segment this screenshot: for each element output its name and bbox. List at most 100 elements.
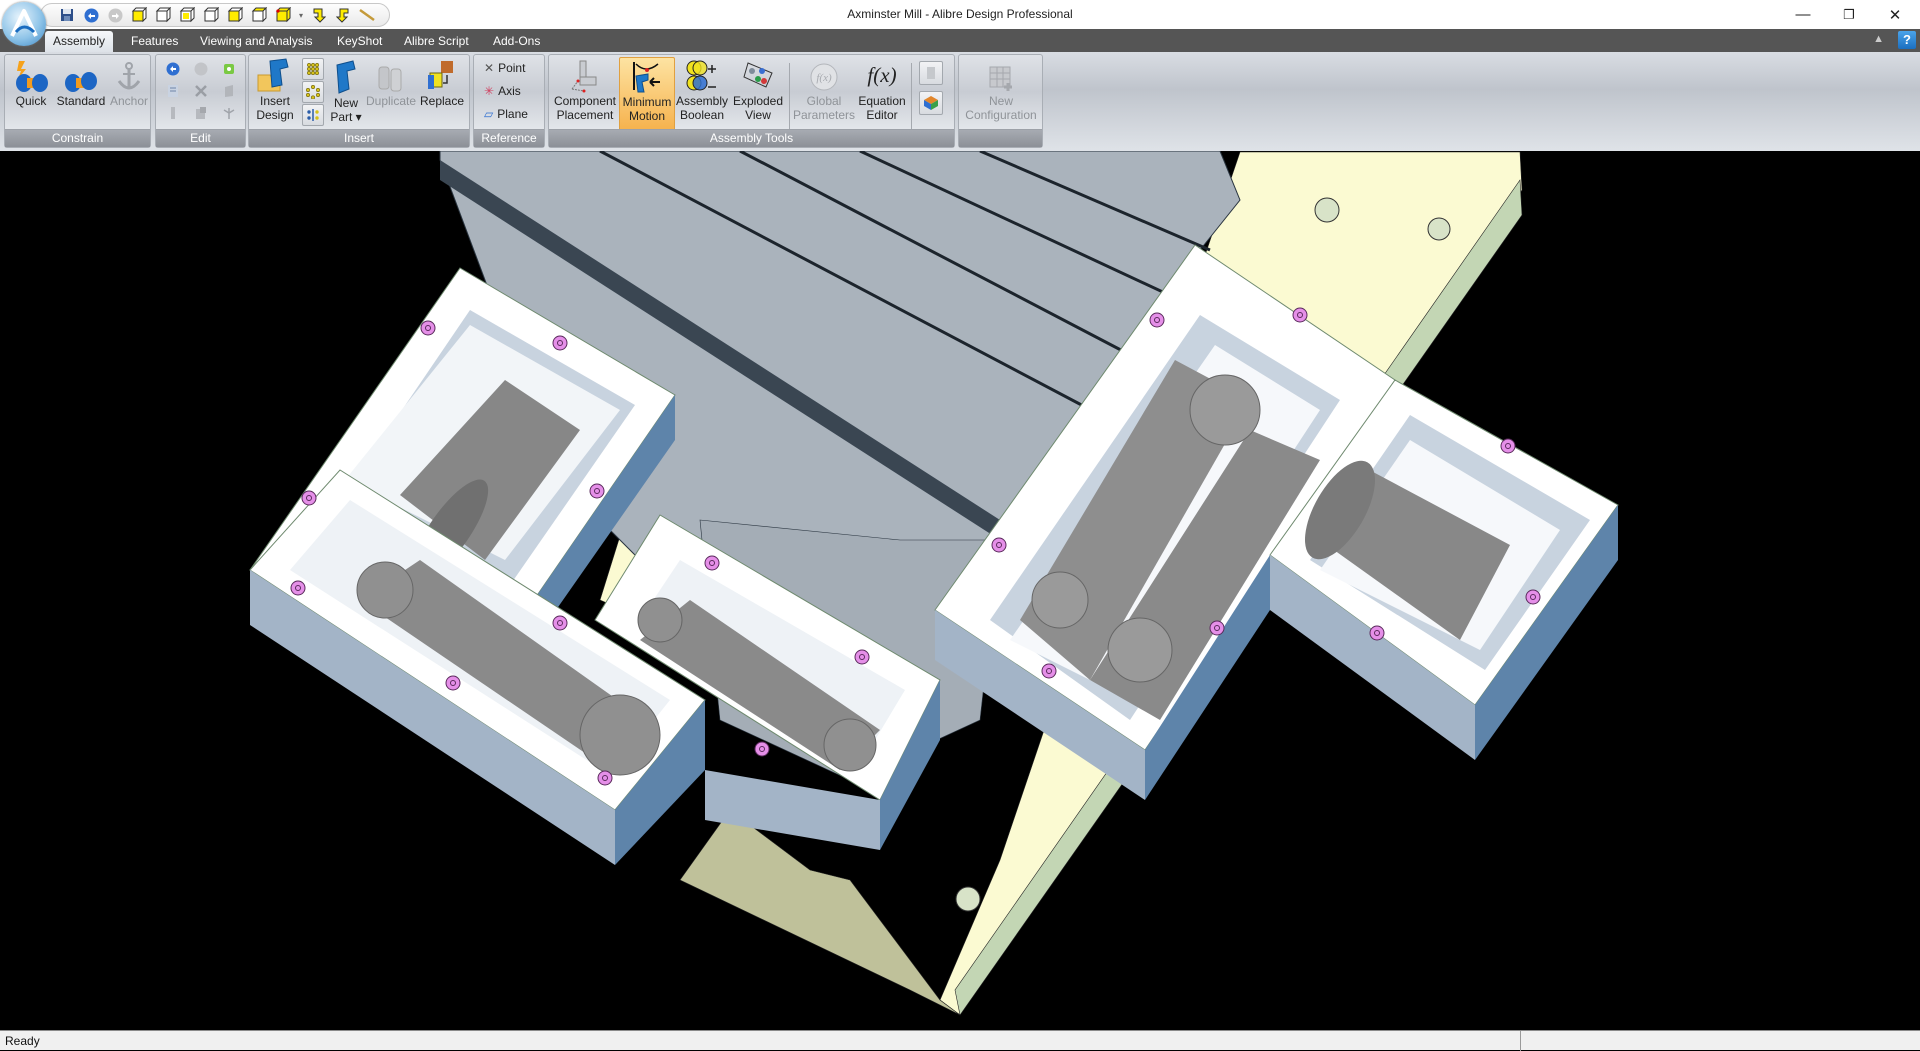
bolt-head <box>1149 312 1165 328</box>
separator <box>789 63 790 131</box>
circular-pattern-icon[interactable] <box>302 81 324 103</box>
minimum-motion-button[interactable]: Minimum Motion <box>619 57 675 131</box>
bolt-head <box>445 675 461 691</box>
help-button[interactable]: ? <box>1898 31 1916 49</box>
bolt-head <box>991 537 1007 553</box>
assembly-boolean-icon <box>686 60 716 91</box>
title-bar: ▾ Axminster Mill - Alibre Design Profess… <box>0 0 1920 29</box>
bolt-head <box>854 649 870 665</box>
tab-features[interactable]: Features <box>123 31 186 52</box>
tab-assembly[interactable]: Assembly <box>45 31 114 52</box>
insert-design-icon <box>257 58 289 92</box>
global-parameters-button[interactable]: f(x) Global Parameters <box>793 57 855 122</box>
status-text: Ready <box>5 1034 40 1048</box>
replace-button[interactable]: Replace <box>419 57 465 108</box>
group-reference: ✕ Point ✳ Axis ▱ Plane Reference <box>473 54 545 148</box>
replace-icon <box>428 61 453 89</box>
point-icon: ✕ <box>484 61 495 75</box>
status-divider <box>1520 1031 1521 1051</box>
equation-editor-button[interactable]: f(x) Equation Editor <box>857 57 907 123</box>
minimize-button[interactable]: — <box>1780 0 1826 29</box>
group-label-configuration <box>959 129 1042 147</box>
3d-viewport[interactable] <box>0 151 1920 1030</box>
bolt-head <box>552 615 568 631</box>
new-configuration-button[interactable]: New Configuration <box>961 57 1041 122</box>
tab-viewing-and-analysis[interactable]: Viewing and Analysis <box>192 31 321 52</box>
fix-icon[interactable] <box>163 103 183 123</box>
bill-of-materials-icon[interactable] <box>919 91 943 115</box>
properties-icon[interactable] <box>163 81 183 101</box>
pattern-icon[interactable] <box>302 58 324 80</box>
bolt-head <box>704 555 720 571</box>
bolt-head <box>1525 589 1541 605</box>
plane-icon: ▱ <box>484 107 494 121</box>
collapse-ribbon-icon[interactable]: ▲ <box>1873 33 1884 45</box>
replace-part-icon[interactable] <box>191 103 211 123</box>
tab-keyshot[interactable]: KeyShot <box>329 31 390 52</box>
exploded-view-button[interactable]: Exploded View <box>731 57 785 122</box>
delete-icon[interactable] <box>191 81 211 101</box>
edit-redo-icon[interactable] <box>191 59 211 79</box>
tab-alibre-script[interactable]: Alibre Script <box>396 31 477 52</box>
group-edit: Edit <box>155 54 246 148</box>
bolt-head <box>420 320 436 336</box>
status-bar: Ready <box>0 1030 1920 1051</box>
group-label-constrain: Constrain <box>5 129 150 147</box>
bolt-head <box>552 335 568 351</box>
bolt-head <box>754 741 770 757</box>
bolt-head <box>301 490 317 506</box>
quick-constraint-icon <box>16 61 48 92</box>
app-menu-button[interactable] <box>2 2 46 46</box>
ribbon: Quick Standard Anchor Constrain Edit Ins… <box>0 52 1920 153</box>
ribbon-tab-bar: Assembly Features Viewing and Analysis K… <box>0 29 1920 52</box>
group-constrain: Quick Standard Anchor Constrain <box>4 54 151 148</box>
separator <box>911 63 912 131</box>
group-label-edit: Edit <box>156 129 245 147</box>
design-explorer-icon[interactable] <box>919 61 943 85</box>
group-label-assembly-tools: Assembly Tools <box>549 129 954 147</box>
edit-toggle-icon[interactable] <box>219 59 239 79</box>
bolt-head <box>589 483 605 499</box>
bolt-head <box>290 580 306 596</box>
restore-button[interactable]: ❐ <box>1826 0 1872 29</box>
new-part-icon <box>336 60 356 94</box>
group-insert: Insert Design New Part ▾ Duplicate Repla… <box>248 54 470 148</box>
minimum-motion-icon <box>633 62 660 93</box>
anchor-button[interactable]: Anchor <box>109 57 149 108</box>
duplicate-button[interactable]: Duplicate <box>365 57 417 108</box>
insert-design-button[interactable]: Insert Design <box>253 57 297 122</box>
reference-plane-button[interactable]: ▱ Plane <box>484 104 528 124</box>
component-placement-button[interactable]: Component Placement <box>553 57 617 122</box>
assembly-model[interactable] <box>0 151 1920 1030</box>
new-part-button[interactable]: New Part ▾ <box>329 57 363 124</box>
reference-axis-button[interactable]: ✳ Axis <box>484 81 521 101</box>
bolt-head <box>1500 438 1516 454</box>
bolt-head <box>1292 307 1308 323</box>
suppress-icon[interactable] <box>219 81 239 101</box>
global-parameters-icon: f(x) <box>810 63 838 91</box>
new-configuration-icon <box>989 66 1012 91</box>
standard-constraint-button[interactable]: Standard <box>55 57 107 108</box>
group-assembly-tools: Component Placement Minimum Motion Assem… <box>548 54 955 148</box>
component-placement-icon <box>571 60 597 93</box>
group-label-reference: Reference <box>474 129 544 147</box>
quick-constraint-button[interactable]: Quick <box>9 57 53 108</box>
alibre-logo-icon <box>10 9 38 37</box>
bolt-head <box>1369 625 1385 641</box>
bolt-head <box>1209 620 1225 636</box>
mirror-icon[interactable] <box>219 103 239 123</box>
close-button[interactable]: ✕ <box>1872 0 1918 29</box>
mirror-component-icon[interactable] <box>302 104 324 126</box>
svg-text:f(x): f(x) <box>816 72 832 84</box>
bolt-head <box>1041 663 1057 679</box>
tab-add-ons[interactable]: Add-Ons <box>485 31 548 52</box>
assembly-boolean-button[interactable]: Assembly Boolean <box>675 57 729 122</box>
duplicate-icon <box>378 66 402 92</box>
window-title: Axminster Mill - Alibre Design Professio… <box>847 7 1073 21</box>
edit-undo-icon[interactable] <box>163 59 183 79</box>
group-label-insert: Insert <box>249 129 469 147</box>
axis-icon: ✳ <box>484 84 495 98</box>
standard-constraint-icon <box>65 72 97 92</box>
bolt-head <box>597 770 613 786</box>
reference-point-button[interactable]: ✕ Point <box>484 58 525 78</box>
